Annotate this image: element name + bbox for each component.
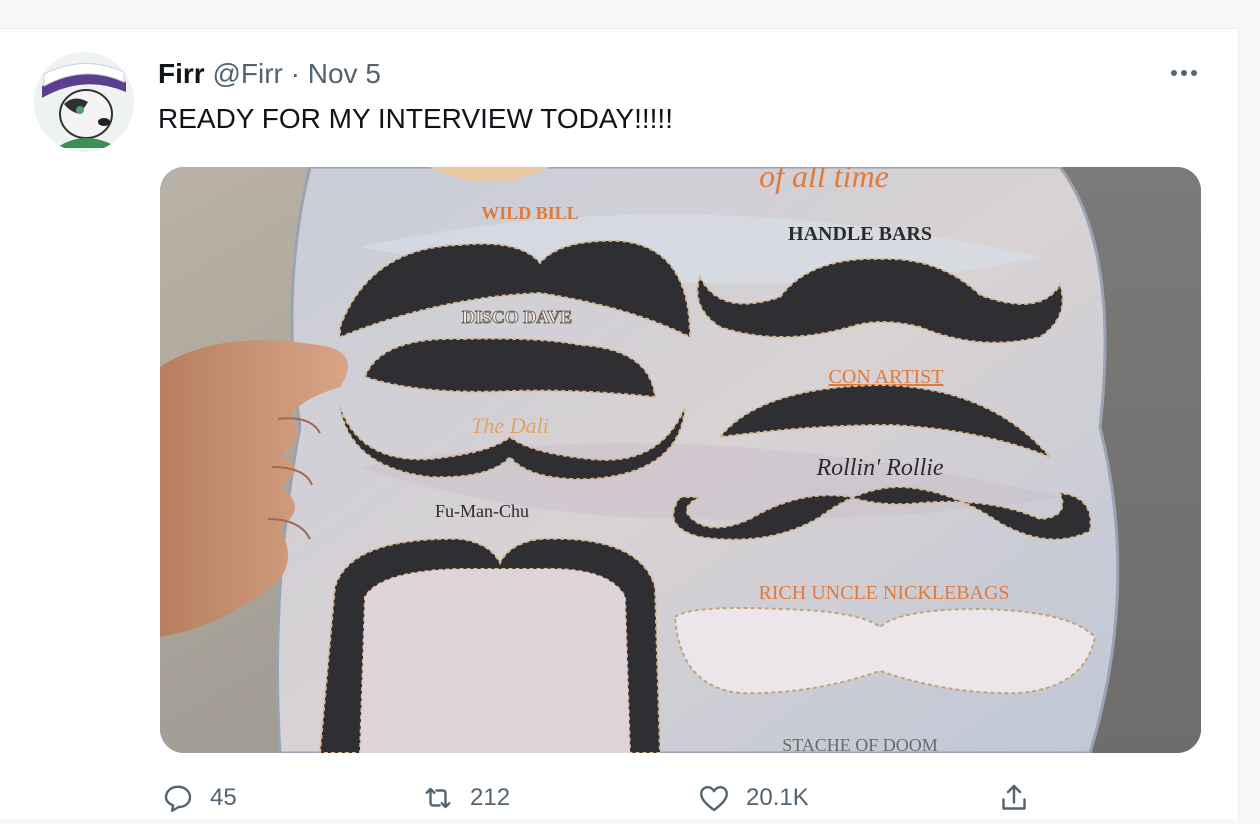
label-rollin-rollie: Rollin' Rollie: [815, 455, 943, 481]
author-handle[interactable]: @Firr: [212, 58, 282, 89]
label-fu-man-chu: Fu-Man-Chu: [435, 501, 529, 521]
reply-button[interactable]: 45: [160, 780, 237, 816]
avatar[interactable]: [34, 52, 134, 152]
share-button[interactable]: [996, 780, 1032, 816]
label-the-dali: The Dali: [471, 413, 549, 438]
avatar-image: [34, 52, 134, 152]
label-wild-bill: WILD BILL: [481, 203, 579, 223]
mustache-package-image: of all time WILD BILL HANDLE BARS DISCO …: [160, 167, 1201, 753]
label-rich-uncle-nicklebags: RICH UNCLE NICKLEBAGS: [758, 582, 1009, 604]
reply-count: 45: [210, 784, 237, 811]
retweet-arrows-icon: [425, 787, 451, 809]
label-disco-dave: DISCO DAVE: [462, 307, 572, 327]
tweet-media-photo[interactable]: of all time WILD BILL HANDLE BARS DISCO …: [160, 167, 1201, 753]
more-dots-icon[interactable]: [1166, 58, 1202, 88]
tweet-date[interactable]: Nov 5: [308, 58, 381, 89]
separator-dot: ·: [290, 58, 300, 89]
label-bottom-cut: STACHE OF DOOM: [782, 735, 938, 753]
retweet-count: 212: [470, 784, 511, 811]
tweet-actions: 45 212 20.1K: [0, 780, 1238, 824]
author-name[interactable]: Firr: [158, 58, 205, 89]
speech-bubble-icon: [164, 785, 192, 812]
tweet-text: READY FOR MY INTERVIEW TODAY!!!!!: [158, 103, 673, 134]
label-con-artist: CON ARTIST: [829, 366, 944, 388]
heart-icon: [700, 786, 728, 812]
retweet-button[interactable]: 212: [420, 780, 510, 816]
like-count: 20.1K: [746, 784, 809, 811]
like-button[interactable]: 20.1K: [696, 780, 809, 816]
share-upload-icon: [1002, 784, 1026, 810]
header-script-label: of all time: [759, 167, 889, 194]
label-handle-bars: HANDLE BARS: [788, 223, 932, 245]
tweet-header: Firr @Firr · Nov 5: [158, 56, 381, 92]
